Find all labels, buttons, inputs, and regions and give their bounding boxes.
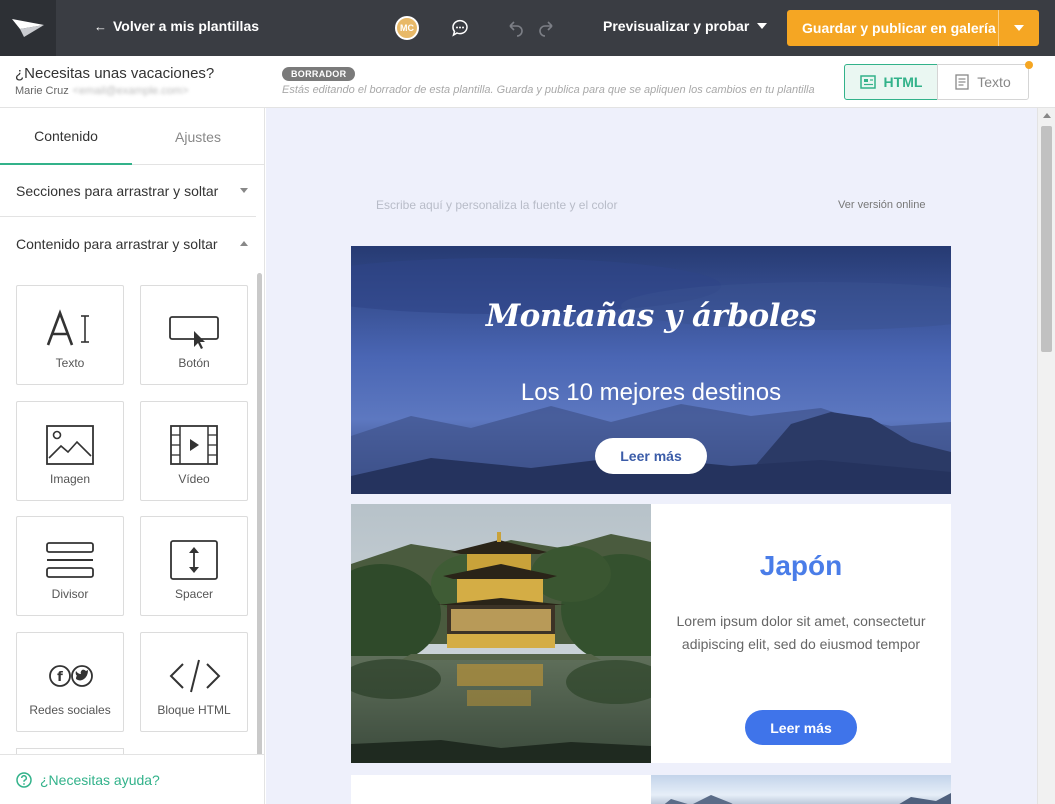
owner-name: Marie Cruz [15, 85, 69, 97]
preview-and-test-button[interactable]: Previsualizar y probar [603, 18, 768, 34]
next-card-image [651, 775, 951, 804]
image-icon [44, 420, 98, 470]
block-video-label: Vídeo [178, 472, 210, 486]
redo-icon[interactable] [537, 18, 557, 38]
tab-content[interactable]: Contenido [0, 108, 132, 165]
text-mode-button[interactable]: Texto [937, 64, 1029, 100]
hero-title[interactable]: Montañas y árboles [351, 298, 951, 334]
spacer-icon [168, 535, 222, 585]
draft-note: Estás editando el borrador de esta plant… [282, 84, 815, 96]
canvas-scrollbar-thumb[interactable] [1041, 126, 1052, 352]
html-mode-label: HTML [883, 74, 923, 90]
tab-content-label: Contenido [34, 127, 98, 144]
help-label: ¿Necesitas ayuda? [40, 771, 160, 788]
document-icon [955, 74, 969, 90]
preheader-text[interactable]: Escribe aquí y personaliza la fuente y e… [376, 198, 617, 212]
chevron-up-icon [240, 241, 248, 246]
text-icon [44, 304, 98, 354]
card-body-text[interactable]: Lorem ipsum dolor sit amet, consectetur … [676, 610, 926, 656]
hero-read-more-button[interactable]: Leer más [595, 438, 707, 474]
block-social-label: Redes sociales [29, 703, 111, 717]
card-title[interactable]: Japón [651, 550, 951, 582]
button-icon [168, 304, 222, 354]
accordion-sections-label: Secciones para arrastrar y soltar [16, 182, 219, 199]
html-mode-button[interactable]: HTML [844, 64, 938, 100]
chevron-down-icon [240, 188, 248, 193]
comment-icon[interactable] [450, 18, 470, 38]
svg-text:f: f [57, 670, 63, 685]
save-and-publish-button[interactable]: Guardar y publicar en galería [787, 10, 998, 46]
layout-icon [859, 75, 876, 89]
publish-label: Guardar y publicar en galería [802, 20, 996, 36]
sidebar-tabs: Contenido Ajustes [0, 108, 264, 165]
caret-down-icon [757, 23, 768, 29]
divider-icon [44, 535, 98, 585]
block-text[interactable]: Texto [16, 285, 124, 385]
next-card-partial[interactable] [351, 775, 951, 804]
help-link[interactable]: ¿Necesitas ayuda? [0, 754, 264, 804]
save-and-publish-button-group: Guardar y publicar en galería [787, 10, 1039, 46]
block-divider-label: Divisor [51, 587, 89, 601]
golden-pavilion-image [351, 504, 651, 763]
preview-label: Previsualizar y probar [603, 18, 750, 34]
block-text-label: Texto [55, 356, 85, 370]
paper-plane-logo-icon[interactable] [0, 0, 56, 56]
top-bar: ← Volver a mis plantillas MC Previsualiz… [0, 0, 1055, 56]
template-info-bar: ¿Necesitas unas vacaciones? Marie Cruz <e… [0, 56, 1055, 108]
mountain-peaks-image [664, 793, 951, 804]
card-read-more-button[interactable]: Leer más [745, 710, 857, 745]
undo-icon[interactable] [505, 18, 525, 38]
text-mode-label: Texto [977, 74, 1011, 90]
block-html-label: Bloque HTML [157, 703, 231, 717]
block-image[interactable]: Imagen [16, 401, 124, 501]
tab-settings-label: Ajustes [175, 128, 221, 145]
hero-subtitle[interactable]: Los 10 mejores destinos [351, 379, 951, 407]
tab-settings[interactable]: Ajustes [132, 108, 264, 165]
block-spacer-label: Spacer [174, 587, 214, 601]
template-owner: Marie Cruz <email@example.com> [15, 85, 189, 97]
template-title[interactable]: ¿Necesitas unas vacaciones? [15, 65, 215, 82]
email-canvas: Escribe aquí y personaliza la fuente y e… [266, 108, 1037, 804]
accordion-content-label: Contenido para arrastrar y soltar [16, 236, 218, 252]
publish-options-dropdown[interactable] [998, 10, 1039, 46]
caret-down-icon [1014, 25, 1024, 31]
avatar[interactable]: MC [395, 16, 419, 40]
back-label: Volver a mis plantillas [113, 18, 260, 34]
sidebar-scrollbar[interactable] [257, 273, 262, 771]
video-icon [168, 420, 222, 470]
block-html[interactable]: Bloque HTML [140, 632, 248, 732]
japan-card[interactable]: Japón Lorem ipsum dolor sit amet, consec… [351, 504, 951, 763]
owner-email: <email@example.com> [72, 85, 189, 97]
japan-temple-image[interactable] [351, 504, 651, 763]
code-icon [168, 651, 222, 701]
social-icon: f [44, 651, 98, 701]
accordion-sections[interactable]: Secciones para arrastrar y soltar [0, 165, 256, 217]
scroll-up-arrow-icon[interactable] [1043, 113, 1051, 118]
view-online-link[interactable]: Ver versión online [838, 199, 925, 211]
block-social[interactable]: f Redes sociales [16, 632, 124, 732]
arrow-left-icon: ← [94, 18, 107, 34]
block-divider[interactable]: Divisor [16, 516, 124, 616]
canvas-scrollbar[interactable] [1037, 108, 1055, 804]
notification-dot [1025, 61, 1033, 69]
accordion-content[interactable]: Contenido para arrastrar y soltar [0, 218, 256, 270]
draft-status-badge: BORRADOR [282, 67, 356, 81]
question-circle-icon [16, 771, 32, 788]
back-to-templates-link[interactable]: ← Volver a mis plantillas [94, 18, 259, 34]
block-image-label: Imagen [49, 472, 91, 486]
hero-section[interactable]: Montañas y árboles Los 10 mejores destin… [351, 246, 951, 494]
block-spacer[interactable]: Spacer [140, 516, 248, 616]
block-button-label: Botón [178, 356, 210, 370]
block-button[interactable]: Botón [140, 285, 248, 385]
block-video[interactable]: Vídeo [140, 401, 248, 501]
left-sidebar: Contenido Ajustes Secciones para arrastr… [0, 108, 265, 804]
